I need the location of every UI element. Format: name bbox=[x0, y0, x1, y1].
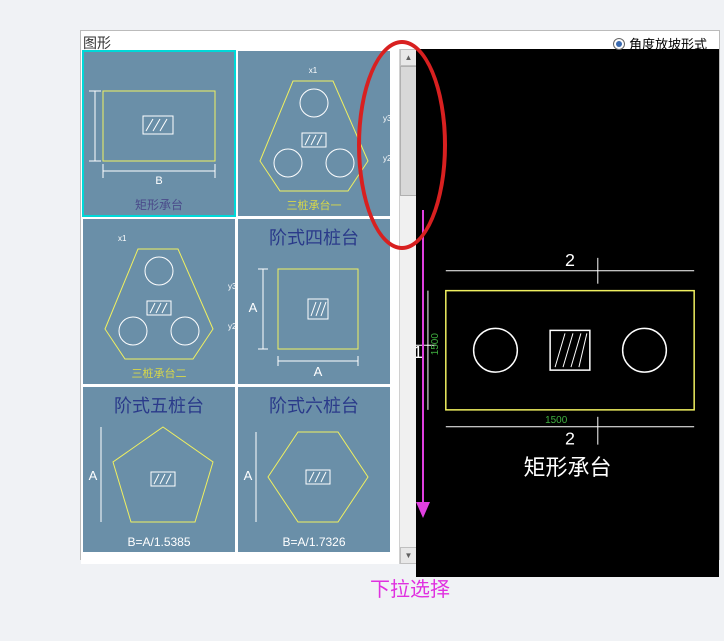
gallery-scrollbar[interactable]: ▲ ▼ bbox=[399, 49, 416, 564]
panel-title: 图形 bbox=[83, 33, 111, 53]
preview-drawing: 2 1 1500 2 1500 bbox=[416, 49, 719, 577]
shape-label: 矩形承台 bbox=[83, 196, 235, 213]
svg-text:2: 2 bbox=[565, 429, 575, 449]
shape-item-rect[interactable]: B 矩形承台 bbox=[83, 51, 235, 216]
preview-title: 矩形承台 bbox=[416, 450, 719, 482]
shape-thumb-step6: A bbox=[238, 387, 390, 552]
shape-item-tri1[interactable]: x1 y3 y2 三桩承台一 bbox=[238, 51, 390, 216]
scroll-down-button[interactable]: ▼ bbox=[400, 547, 416, 564]
svg-text:1500: 1500 bbox=[430, 333, 441, 356]
shape-thumb-step5: A bbox=[83, 387, 235, 552]
scroll-thumb[interactable] bbox=[400, 66, 416, 196]
shape-formula: B=A/1.7326 bbox=[238, 535, 390, 549]
svg-text:x1: x1 bbox=[118, 234, 127, 243]
shape-label: 三桩承台一 bbox=[238, 197, 390, 213]
svg-text:B: B bbox=[155, 175, 162, 187]
shape-item-step5[interactable]: 阶式五桩台 A B=A/1.5385 bbox=[83, 387, 235, 552]
shape-item-tri2[interactable]: x1 y3 y2 三桩承台二 bbox=[83, 219, 235, 384]
svg-text:A: A bbox=[244, 468, 253, 483]
annotation-text: 下拉选择 bbox=[370, 573, 450, 602]
shape-item-step4[interactable]: 阶式四桩台 A A bbox=[238, 219, 390, 384]
shape-label: 三桩承台二 bbox=[83, 365, 235, 381]
preview-panel: 角度放坡形式 2 1 1500 2 1500 矩形承台 bbox=[416, 49, 719, 577]
shape-item-step6[interactable]: 阶式六桩台 A B=A/1.7326 bbox=[238, 387, 390, 552]
shape-gallery-panel: B 矩形承台 x1 y bbox=[81, 49, 416, 564]
svg-text:y3: y3 bbox=[228, 282, 235, 291]
svg-text:A: A bbox=[249, 300, 258, 315]
shape-thumb-tri1: x1 y3 y2 bbox=[238, 51, 390, 216]
svg-text:y2: y2 bbox=[228, 322, 235, 331]
shape-gallery: B 矩形承台 x1 y bbox=[81, 49, 397, 554]
svg-text:A: A bbox=[89, 468, 98, 483]
radio-icon[interactable] bbox=[613, 38, 625, 50]
svg-text:x1: x1 bbox=[309, 66, 318, 75]
main-container: B 矩形承台 x1 y bbox=[80, 30, 720, 560]
scroll-up-button[interactable]: ▲ bbox=[400, 49, 416, 66]
svg-text:2: 2 bbox=[565, 250, 575, 270]
svg-text:A: A bbox=[314, 364, 323, 379]
shape-thumb-step4: A A bbox=[238, 219, 390, 384]
svg-text:y3: y3 bbox=[383, 114, 390, 123]
shape-thumb-tri2: x1 y3 y2 bbox=[83, 219, 235, 384]
shape-thumb-rect: B bbox=[83, 51, 235, 216]
svg-text:y2: y2 bbox=[383, 154, 390, 163]
svg-text:1500: 1500 bbox=[545, 415, 568, 426]
shape-formula: B=A/1.5385 bbox=[83, 535, 235, 549]
